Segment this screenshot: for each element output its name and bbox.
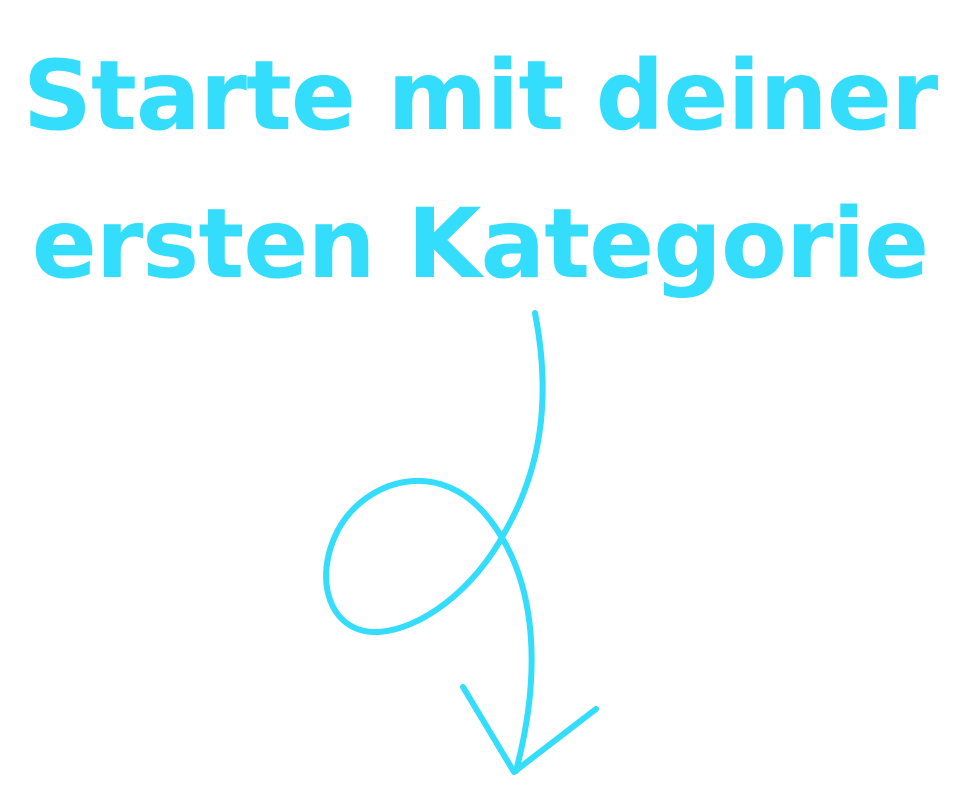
arrow-shaft-loop — [323, 310, 546, 774]
empty-state: Starte mit deiner ersten Kategorie — [0, 0, 960, 788]
loop-arrow-down-icon — [323, 310, 599, 775]
